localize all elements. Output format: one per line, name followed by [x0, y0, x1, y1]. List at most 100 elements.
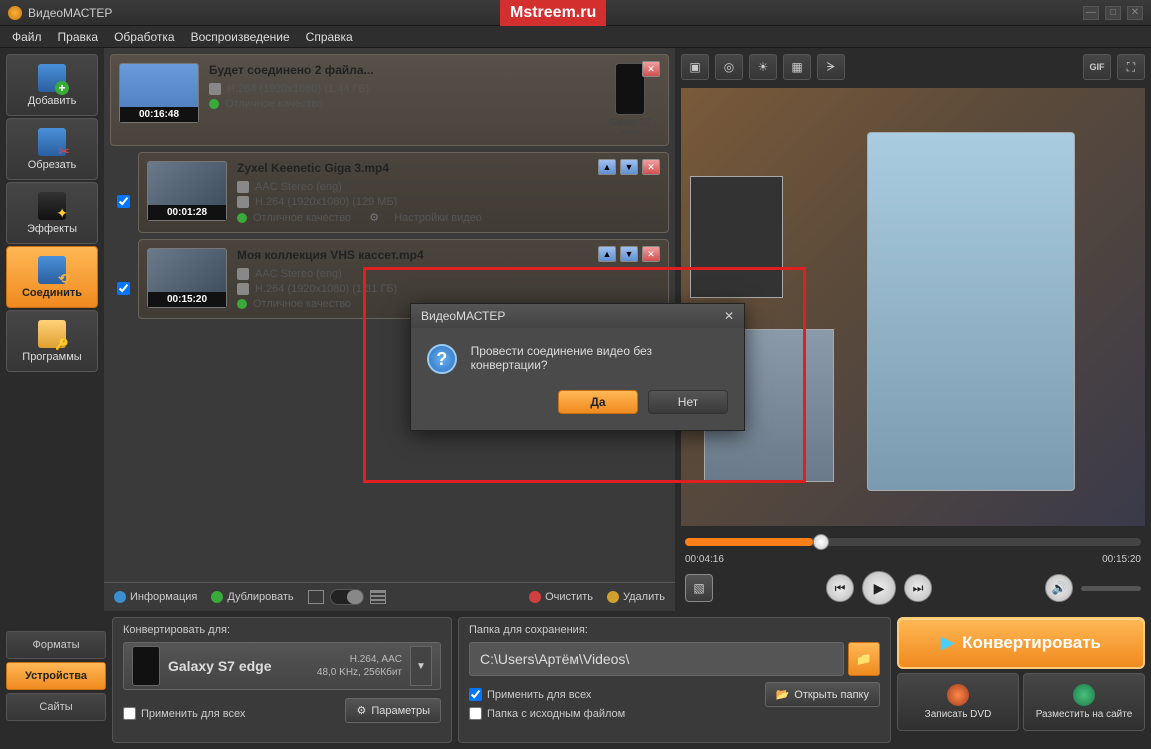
menu-process[interactable]: Обработка: [114, 30, 175, 44]
clear-button[interactable]: Очистить: [529, 591, 593, 603]
clear-icon: [529, 591, 541, 603]
watermark: Mstreem.ru: [500, 0, 606, 26]
file-checkbox[interactable]: [117, 282, 130, 295]
menu-file[interactable]: Файл: [12, 30, 42, 44]
video-preview[interactable]: [681, 88, 1145, 526]
app-title: ВидеоМАСТЕР: [28, 6, 112, 20]
view-list-icon[interactable]: [308, 590, 324, 604]
prev-button[interactable]: ⏮: [826, 574, 854, 602]
close-window-button[interactable]: ✕: [1127, 6, 1143, 20]
add-icon: [38, 64, 66, 92]
dialog-no-button[interactable]: Нет: [648, 390, 728, 414]
seek-bar[interactable]: [685, 538, 1141, 546]
volume-button[interactable]: 🔊: [1045, 574, 1073, 602]
open-folder-button[interactable]: 📂Открыть папку: [765, 682, 880, 707]
move-down-button[interactable]: ▼: [620, 159, 638, 175]
browse-button[interactable]: 📁: [848, 642, 880, 676]
remove-file-button[interactable]: ✕: [642, 159, 660, 175]
dialog-title-bar[interactable]: ВидеоМАСТЕР ✕: [411, 304, 744, 328]
view-toggle[interactable]: [330, 589, 364, 605]
minimize-button[interactable]: —: [1083, 6, 1099, 20]
file-title: Zyxel Keenetic Giga 3.mp4: [237, 161, 660, 175]
convert-target[interactable]: Galaxy S7 edge H.264, AAC 48,0 KHz, 256К…: [123, 642, 441, 690]
menu-playback[interactable]: Воспроизведение: [191, 30, 290, 44]
menu-edit[interactable]: Правка: [58, 30, 99, 44]
delete-button[interactable]: Удалить: [607, 591, 665, 603]
burn-dvd-button[interactable]: Записать DVD: [897, 673, 1019, 731]
format-tabs: Форматы Устройства Сайты: [6, 617, 106, 743]
adjust-tool[interactable]: ◎: [715, 54, 743, 80]
frame-tool[interactable]: ▦: [783, 54, 811, 80]
device-label: Galaxy S7 edge: [609, 117, 651, 137]
move-up-button[interactable]: ▲: [598, 246, 616, 262]
source-folder-checkbox[interactable]: Папка с исходным файлом: [469, 707, 625, 720]
duration-badge: 00:16:48: [120, 107, 198, 122]
fullscreen-button[interactable]: ⛶: [1117, 54, 1145, 80]
menu-help[interactable]: Справка: [306, 30, 353, 44]
scissors-icon: [38, 128, 66, 156]
gif-button[interactable]: GIF: [1083, 54, 1111, 80]
tab-devices[interactable]: Устройства: [6, 662, 106, 690]
remove-file-button[interactable]: ✕: [642, 61, 660, 77]
quality-dot-icon: [237, 299, 247, 309]
sidebar-cut[interactable]: Обрезать: [6, 118, 98, 180]
view-grid-icon[interactable]: [370, 590, 386, 604]
footer: Форматы Устройства Сайты Конвертировать …: [0, 611, 1151, 749]
dialog-close-button[interactable]: ✕: [724, 309, 734, 323]
file-item[interactable]: 00:01:28 Zyxel Keenetic Giga 3.mp4 AAC S…: [138, 152, 669, 233]
play-button[interactable]: ▶: [862, 571, 896, 605]
audio-icon: [237, 268, 249, 280]
volume-slider[interactable]: [1081, 586, 1141, 591]
play-icon: ▶: [941, 633, 954, 653]
film-icon: [237, 196, 249, 208]
file-quality: Отличное качество: [225, 98, 323, 110]
target-format: H.264, AAC: [317, 653, 402, 666]
upload-button[interactable]: Разместить на сайте: [1023, 673, 1145, 731]
audio-icon: [237, 181, 249, 193]
dialog-yes-button[interactable]: Да: [558, 390, 638, 414]
next-button[interactable]: ⏭: [904, 574, 932, 602]
duplicate-button[interactable]: Дублировать: [211, 591, 293, 603]
phone-icon: [615, 63, 645, 115]
sidebar-programs[interactable]: Программы: [6, 310, 98, 372]
sidebar-effects[interactable]: Эффекты: [6, 182, 98, 244]
move-down-button[interactable]: ▼: [620, 246, 638, 262]
file-settings-link[interactable]: Настройки видео: [394, 212, 482, 224]
apply-all-checkbox[interactable]: Применить для всех: [123, 707, 245, 720]
file-checkbox[interactable]: [117, 195, 130, 208]
crop-tool[interactable]: ▣: [681, 54, 709, 80]
apply-all-save-checkbox[interactable]: Применить для всех: [469, 688, 625, 701]
convert-button[interactable]: ▶ Конвертировать: [897, 617, 1145, 669]
save-header: Папка для сохранения:: [469, 624, 880, 636]
move-up-button[interactable]: ▲: [598, 159, 616, 175]
parameters-button[interactable]: ⚙Параметры: [345, 698, 441, 723]
file-title: Будет соединено 2 файла...: [209, 63, 590, 77]
save-path-input[interactable]: C:\Users\Артём\Videos\: [469, 642, 844, 676]
action-buttons: ▶ Конвертировать Записать DVD Разместить…: [897, 617, 1145, 743]
tab-sites[interactable]: Сайты: [6, 693, 106, 721]
sidebar-join[interactable]: Соединить: [6, 246, 98, 308]
remove-file-button[interactable]: ✕: [642, 246, 660, 262]
maximize-button[interactable]: □: [1105, 6, 1121, 20]
thumbnail: 00:16:48: [119, 63, 199, 123]
target-dropdown[interactable]: ▼: [410, 646, 432, 686]
info-icon: [114, 591, 126, 603]
sidebar-cut-label: Обрезать: [28, 159, 77, 171]
thumbnail: 00:01:28: [147, 161, 227, 221]
file-item-combined[interactable]: 00:16:48 Будет соединено 2 файла... H.26…: [110, 54, 669, 146]
thumbnail: 00:15:20: [147, 248, 227, 308]
tab-formats[interactable]: Форматы: [6, 631, 106, 659]
speed-tool[interactable]: ᗒ: [817, 54, 845, 80]
brightness-tool[interactable]: ☀: [749, 54, 777, 80]
dialog-message: Провести соединение видео без конвертаци…: [471, 344, 728, 372]
info-button[interactable]: Информация: [114, 591, 197, 603]
duration-badge: 00:15:20: [148, 292, 226, 307]
convert-header: Конвертировать для:: [123, 624, 441, 636]
duration-badge: 00:01:28: [148, 205, 226, 220]
key-icon: [38, 320, 66, 348]
sidebar-programs-label: Программы: [22, 351, 81, 363]
gear-icon: ⚙: [356, 704, 366, 717]
sidebar-add[interactable]: Добавить: [6, 54, 98, 116]
seek-handle[interactable]: [813, 534, 829, 550]
snapshot-button[interactable]: ▧: [685, 574, 713, 602]
